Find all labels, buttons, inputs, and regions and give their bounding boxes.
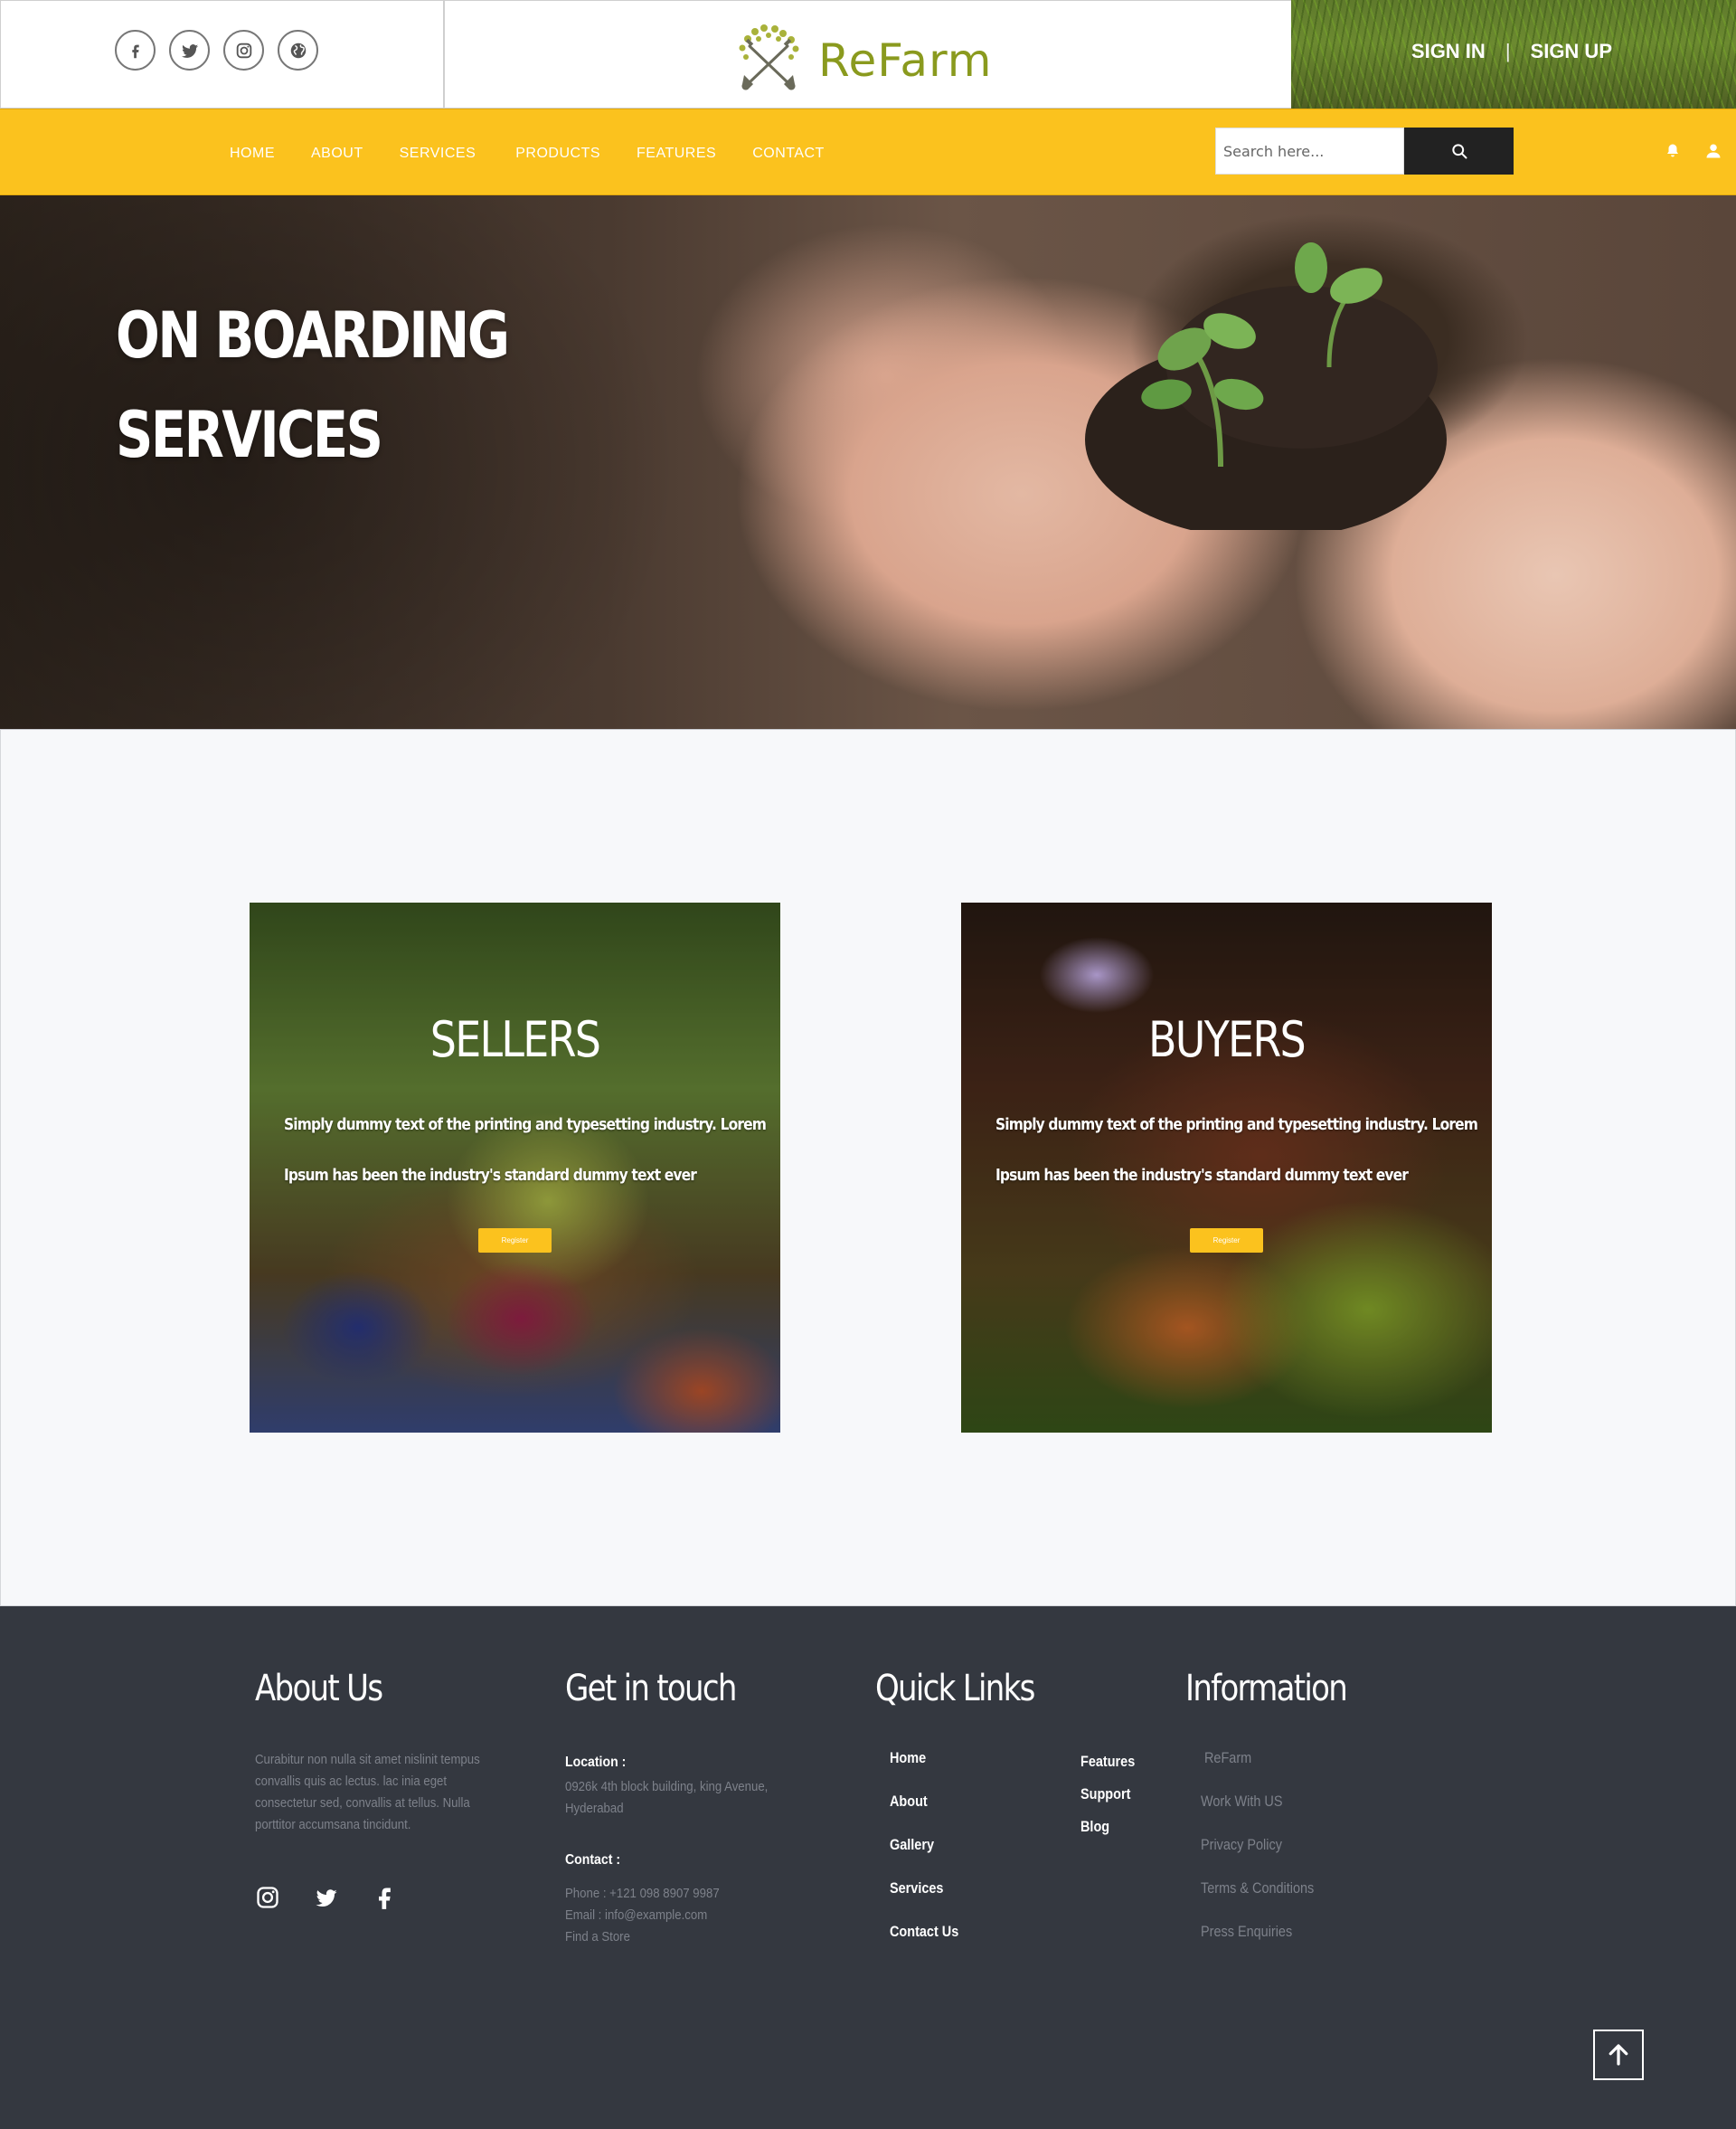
user-icon[interactable] [1705,143,1722,159]
footer-link-home[interactable]: Home [890,1749,982,1793]
footer-link-contact-us[interactable]: Contact Us [890,1923,982,1966]
card-text: Simply dummy text of the printing and ty… [284,1100,767,1201]
location-line: 0926k 4th block building, king Avenue, [565,1779,769,1794]
card-title: SELLERS [429,1011,601,1068]
hero-title-line1: ON BOARDING [116,298,510,373]
card-text-line: Simply dummy text of the printing and ty… [995,1115,1478,1134]
footer-heading: Quick Links [875,1668,1035,1709]
sign-in-link[interactable]: SIGN IN [1411,40,1486,63]
logo-area: ReFarm [445,0,1291,109]
auth-separator: | [1505,40,1511,62]
sellers-card: SELLERS Simply dummy text of the printin… [250,903,780,1433]
footer-about-text: Curabitur non nulla sit amet nislinit te… [255,1752,480,1832]
social-bar [0,0,445,109]
email-text: Email : info@example.com [565,1907,708,1923]
instagram-icon[interactable] [255,1885,280,1910]
nav-features[interactable]: FEATURES [637,146,716,162]
card-text-line: Ipsum has been the industry's standard d… [995,1166,1409,1185]
social-links [115,30,318,71]
twitter-icon[interactable] [169,30,210,71]
buyers-card: BUYERS Simply dummy text of the printing… [961,903,1492,1433]
nav-services[interactable]: SERVICES [400,146,476,162]
location-block: Location : 0926k 4th block building, kin… [565,1755,796,1820]
card-text-line: Simply dummy text of the printing and ty… [284,1115,767,1134]
brand-name: ReFarm [818,33,993,87]
auth-bar: SIGN IN | SIGN UP [1291,0,1736,109]
card-text-line: Ipsum has been the industry's standard d… [284,1166,697,1185]
search-input[interactable] [1215,128,1404,175]
footer-link-about[interactable]: About [890,1793,982,1836]
footer-about: About Us Curabitur non nulla sit amet ni… [255,1668,480,1909]
hero-title: ON BOARDING SERVICES [116,286,510,485]
quick-links-col1: Home About Gallery Services Contact Us [890,1749,998,1966]
search-form [1215,128,1514,175]
info-link-privacy-policy[interactable]: Privacy Policy [1201,1836,1354,1879]
nav-products[interactable]: PRODUCTS [515,146,600,162]
sprout-illustration [1085,242,1447,530]
footer-link-gallery[interactable]: Gallery [890,1836,982,1879]
card-text: Simply dummy text of the printing and ty… [995,1100,1478,1201]
phone-text: Phone : +121 098 8907 9987 [565,1886,720,1901]
sellers-register-button[interactable]: Register [478,1228,552,1253]
footer-heading: Get in touch [565,1668,737,1709]
footer-link-support[interactable]: Support [1080,1785,1173,1818]
quick-links-col2: Features Support Blog [1080,1753,1189,1850]
hero-banner: ON BOARDING SERVICES [0,195,1736,729]
info-link-press[interactable]: Press Enquiries [1201,1923,1354,1966]
footer-quick-links: Quick Links Home About Gallery Services … [875,1668,1135,1940]
onboarding-cards-section: SELLERS Simply dummy text of the printin… [0,729,1736,1606]
info-link-work-with-us[interactable]: Work With US [1201,1793,1354,1836]
search-button[interactable] [1404,128,1514,175]
find-store-link[interactable]: Find a Store [565,1926,720,1948]
nav-home[interactable]: HOME [230,146,275,162]
top-header: ReFarm SIGN IN | SIGN UP [0,0,1736,109]
twitter-icon[interactable] [314,1885,339,1910]
info-link-refarm[interactable]: ReFarm [1204,1749,1355,1793]
location-label: Location : [565,1755,627,1770]
hero-title-line2: SERVICES [116,398,383,472]
brand-logo[interactable]: ReFarm [728,23,992,98]
bell-icon[interactable] [1665,143,1681,159]
card-title: BUYERS [1148,1011,1307,1068]
main-nav: HOME ABOUT SERVICES PRODUCTS FEATURES CO… [0,109,1736,195]
footer-contact: Get in touch Location : 0926k 4th block … [565,1668,768,1944]
scroll-to-top-button[interactable] [1593,2030,1644,2080]
footer-heading: Information [1185,1668,1348,1709]
location-line: Hyderabad [565,1801,624,1816]
footer-information: Information ReFarm Work With US Privacy … [1185,1668,1375,1940]
nav-utility-icons [1665,143,1722,159]
footer-link-blog[interactable]: Blog [1080,1818,1173,1850]
footer-link-services[interactable]: Services [890,1879,982,1923]
facebook-icon[interactable] [373,1885,398,1910]
arrow-up-icon [1609,2044,1628,2066]
facebook-icon[interactable] [115,30,156,71]
globe-icon[interactable] [278,30,318,71]
information-links: ReFarm Work With US Privacy Policy Terms… [1201,1749,1382,1966]
sign-up-link[interactable]: SIGN UP [1531,40,1612,63]
instagram-icon[interactable] [223,30,264,71]
contact-label: Contact : [565,1852,621,1868]
footer-link-features[interactable]: Features [1080,1753,1173,1785]
auth-links: SIGN IN | SIGN UP [1411,40,1612,63]
footer-heading: About Us [255,1668,383,1709]
nav-about[interactable]: ABOUT [311,146,363,162]
contact-block: Contact : Phone : +121 098 8907 9987 Ema… [565,1852,741,1948]
footer-social [255,1885,398,1910]
nav-links: HOME ABOUT SERVICES PRODUCTS FEATURES CO… [230,146,861,162]
search-icon [1451,144,1467,159]
site-footer: About Us Curabitur non nulla sit amet ni… [0,1606,1736,2129]
buyers-register-button[interactable]: Register [1190,1228,1263,1253]
info-link-terms[interactable]: Terms & Conditions [1201,1879,1354,1923]
shovel-tree-icon [728,23,809,98]
nav-contact[interactable]: CONTACT [752,146,825,162]
